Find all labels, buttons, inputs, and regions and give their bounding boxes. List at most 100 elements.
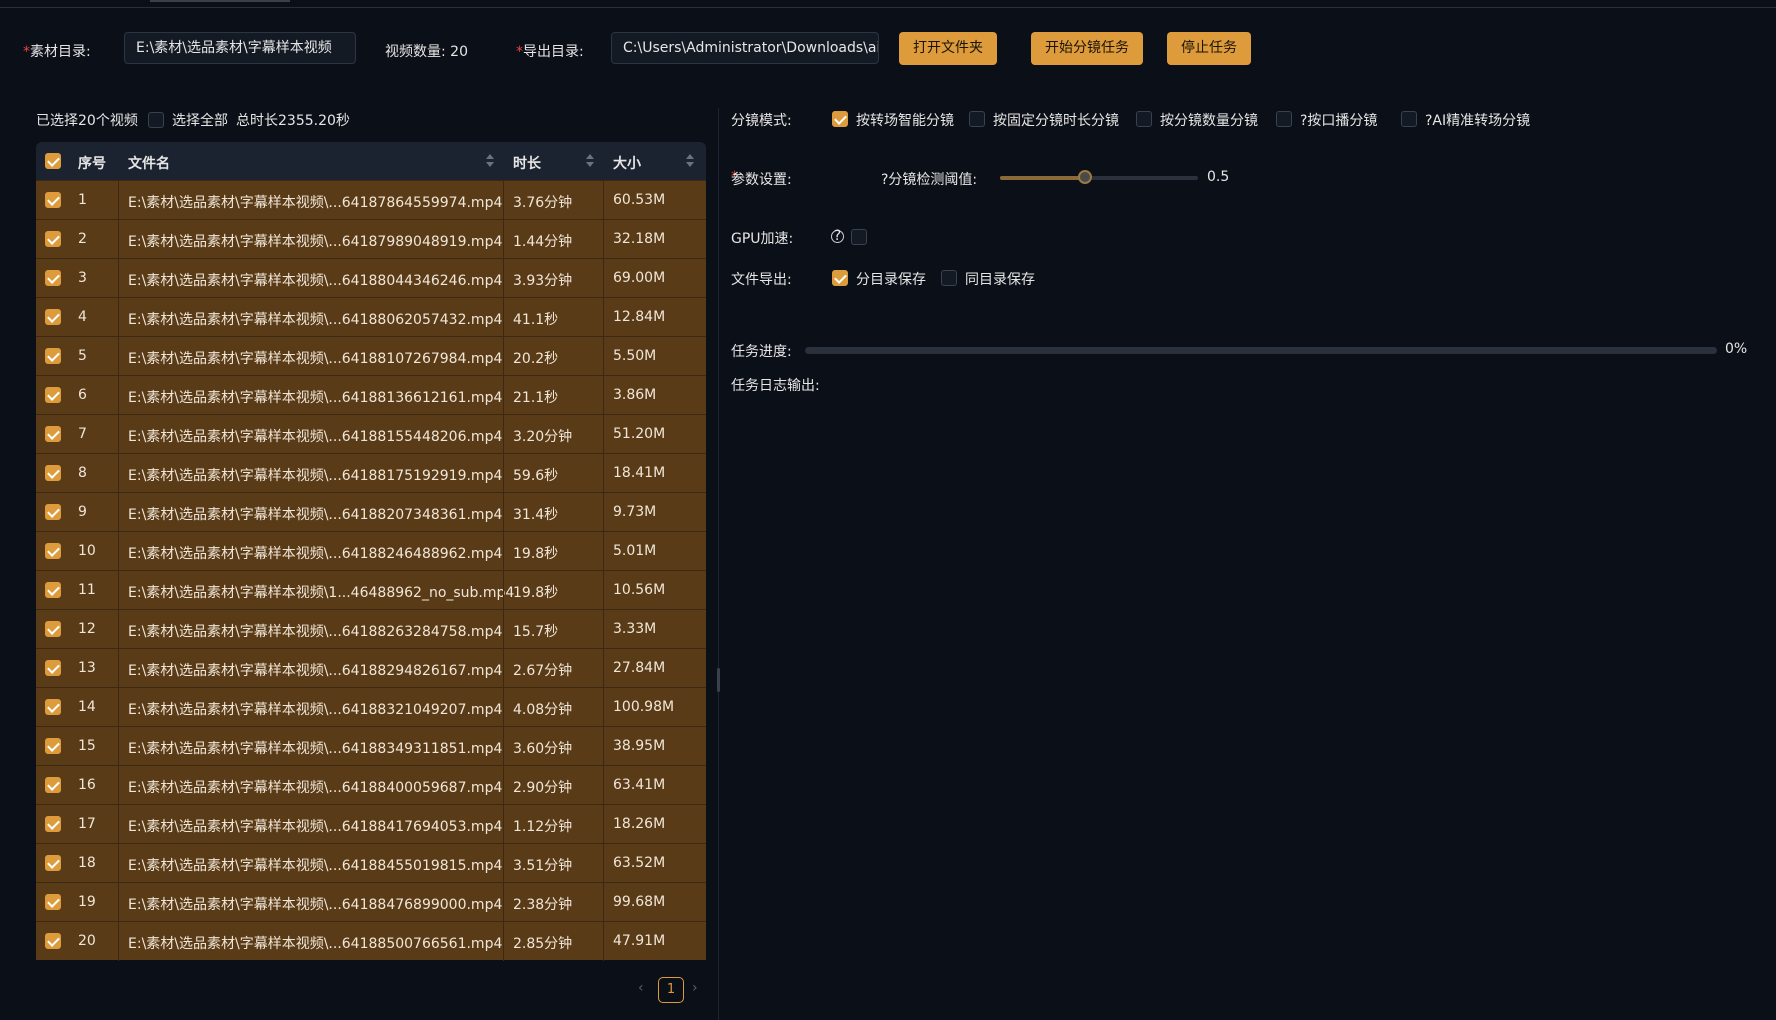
row-checkbox[interactable] (45, 660, 61, 676)
row-duration: 2.85分钟 (513, 936, 573, 952)
export-subdir-label[interactable]: 分目录保存 (856, 269, 926, 289)
row-checkbox[interactable] (45, 387, 61, 403)
row-checkbox[interactable] (45, 231, 61, 247)
header-duration[interactable]: 时长 (513, 153, 541, 173)
open-folder-button[interactable]: 打开文件夹 (899, 32, 997, 65)
row-checkbox[interactable] (45, 855, 61, 871)
next-page-icon[interactable]: › (692, 980, 698, 996)
table-row[interactable]: 19 E:\素材\选品素材\字幕样本视频\...64188476899000.mp… (36, 882, 706, 922)
table-row[interactable]: 3 E:\素材\选品素材\字幕样本视频\...64188044346246.mp4… (36, 258, 706, 298)
sort-size-icon[interactable] (686, 154, 694, 168)
row-checkbox[interactable] (45, 348, 61, 364)
row-duration: 19.8秒 (513, 546, 559, 562)
row-duration: 3.20分钟 (513, 429, 573, 445)
split-by-count-label[interactable]: 按分镜数量分镜 (1160, 110, 1258, 130)
split-by-transition-label[interactable]: 按转场智能分镜 (856, 110, 954, 130)
row-checkbox[interactable] (45, 894, 61, 910)
table-row[interactable]: 16 E:\素材\选品素材\字幕样本视频\...64188400059687.mp… (36, 765, 706, 805)
row-size: 69.00M (613, 270, 666, 286)
stop-task-button[interactable]: 停止任务 (1167, 32, 1251, 65)
split-by-count-checkbox[interactable] (1136, 111, 1152, 127)
split-by-speech-label[interactable]: ?按口播分镜 (1300, 110, 1377, 130)
table-row[interactable]: 10 E:\素材\选品素材\字幕样本视频\...64188246488962.mp… (36, 531, 706, 571)
gpu-help-icon[interactable]: ? (831, 229, 844, 243)
header-checkbox[interactable] (45, 153, 61, 169)
pane-resize-handle[interactable] (717, 668, 720, 692)
row-filename: E:\素材\选品素材\字幕样本视频\...64188263284758.mp4 (128, 624, 503, 640)
row-duration: 2.38分钟 (513, 897, 573, 913)
column-divider (503, 454, 504, 493)
row-checkbox[interactable] (45, 309, 61, 325)
prev-page-icon[interactable]: ‹ (638, 980, 644, 996)
table-row[interactable]: 9 E:\素材\选品素材\字幕样本视频\...64188207348361.mp4… (36, 492, 706, 532)
table-row[interactable]: 8 E:\素材\选品素材\字幕样本视频\...64188175192919.mp4… (36, 453, 706, 493)
table-row[interactable]: 7 E:\素材\选品素材\字幕样本视频\...64188155448206.mp4… (36, 414, 706, 454)
row-filename: E:\素材\选品素材\字幕样本视频\...64188246488962.mp4 (128, 546, 503, 562)
table-row[interactable]: 13 E:\素材\选品素材\字幕样本视频\...64188294826167.mp… (36, 648, 706, 688)
row-duration: 3.93分钟 (513, 273, 573, 289)
row-checkbox[interactable] (45, 582, 61, 598)
table-row[interactable]: 18 E:\素材\选品素材\字幕样本视频\...64188455019815.mp… (36, 843, 706, 883)
gpu-checkbox[interactable] (851, 229, 867, 245)
row-checkbox[interactable] (45, 933, 61, 949)
row-checkbox[interactable] (45, 270, 61, 286)
start-split-button[interactable]: 开始分镜任务 (1031, 32, 1143, 65)
row-checkbox[interactable] (45, 621, 61, 637)
row-checkbox[interactable] (45, 543, 61, 559)
table-row[interactable]: 5 E:\素材\选品素材\字幕样本视频\...64188107267984.mp4… (36, 336, 706, 376)
row-filename: E:\素材\选品素材\字幕样本视频\...64188107267984.mp4 (128, 351, 503, 367)
table-row[interactable]: 15 E:\素材\选品素材\字幕样本视频\...64188349311851.mp… (36, 726, 706, 766)
row-index: 1 (78, 192, 87, 208)
export-dir-input[interactable]: C:\Users\Administrator\Downloads\aim (611, 32, 879, 64)
split-by-speech-checkbox[interactable] (1276, 111, 1292, 127)
threshold-slider-fill (1000, 176, 1086, 180)
table-row[interactable]: 17 E:\素材\选品素材\字幕样本视频\...64188417694053.mp… (36, 804, 706, 844)
threshold-slider[interactable] (1000, 170, 1198, 184)
select-all-checkbox[interactable] (148, 112, 164, 128)
column-divider (118, 259, 119, 298)
column-divider (118, 532, 119, 571)
table-row[interactable]: 20 E:\素材\选品素材\字幕样本视频\...64188500766561.mp… (36, 921, 706, 961)
row-index: 6 (78, 387, 87, 403)
table-row[interactable]: 2 E:\素材\选品素材\字幕样本视频\...64187989048919.mp4… (36, 219, 706, 259)
column-divider (503, 727, 504, 766)
threshold-slider-thumb[interactable] (1078, 170, 1093, 184)
split-by-fixed-duration-label[interactable]: 按固定分镜时长分镜 (993, 110, 1119, 130)
row-filename: E:\素材\选品素材\字幕样本视频\...64188476899000.mp4 (128, 897, 503, 913)
row-filename: E:\素材\选品素材\字幕样本视频\...64188062057432.mp4 (128, 312, 503, 328)
row-checkbox[interactable] (45, 465, 61, 481)
row-checkbox[interactable] (45, 699, 61, 715)
split-by-fixed-duration-checkbox[interactable] (969, 111, 985, 127)
row-checkbox[interactable] (45, 816, 61, 832)
row-filename: E:\素材\选品素材\字幕样本视频\...64188294826167.mp4 (128, 663, 503, 679)
row-checkbox[interactable] (45, 192, 61, 208)
log-output-area[interactable] (731, 400, 1741, 1000)
export-samedir-checkbox[interactable] (941, 270, 957, 286)
sort-duration-icon[interactable] (586, 154, 594, 168)
sort-filename-icon[interactable] (486, 154, 494, 168)
split-by-ai-transition-checkbox[interactable] (1401, 111, 1417, 127)
row-duration: 15.7秒 (513, 624, 559, 640)
row-size: 9.73M (613, 504, 657, 520)
column-divider (603, 766, 604, 805)
header-size[interactable]: 大小 (613, 153, 641, 173)
split-by-ai-transition-label[interactable]: ?AI精准转场分镜 (1425, 110, 1530, 130)
row-checkbox[interactable] (45, 426, 61, 442)
table-row[interactable]: 4 E:\素材\选品素材\字幕样本视频\...64188062057432.mp4… (36, 297, 706, 337)
column-divider (118, 337, 119, 376)
header-filename[interactable]: 文件名 (128, 153, 170, 173)
source-dir-input[interactable]: E:\素材\选品素材\字幕样本视频 (124, 32, 356, 64)
row-checkbox[interactable] (45, 738, 61, 754)
row-size: 60.53M (613, 192, 666, 208)
export-subdir-checkbox[interactable] (832, 270, 848, 286)
table-row[interactable]: 1 E:\素材\选品素材\字幕样本视频\...64187864559974.mp4… (36, 180, 706, 220)
table-row[interactable]: 12 E:\素材\选品素材\字幕样本视频\...64188263284758.mp… (36, 609, 706, 649)
row-checkbox[interactable] (45, 777, 61, 793)
table-row[interactable]: 11 E:\素材\选品素材\字幕样本视频\1...46488962_no_sub.… (36, 570, 706, 610)
export-samedir-label[interactable]: 同目录保存 (965, 269, 1035, 289)
page-1-button[interactable]: 1 (658, 977, 684, 1003)
table-row[interactable]: 6 E:\素材\选品素材\字幕样本视频\...64188136612161.mp4… (36, 375, 706, 415)
table-row[interactable]: 14 E:\素材\选品素材\字幕样本视频\...64188321049207.mp… (36, 687, 706, 727)
split-by-transition-checkbox[interactable] (832, 111, 848, 127)
row-checkbox[interactable] (45, 504, 61, 520)
